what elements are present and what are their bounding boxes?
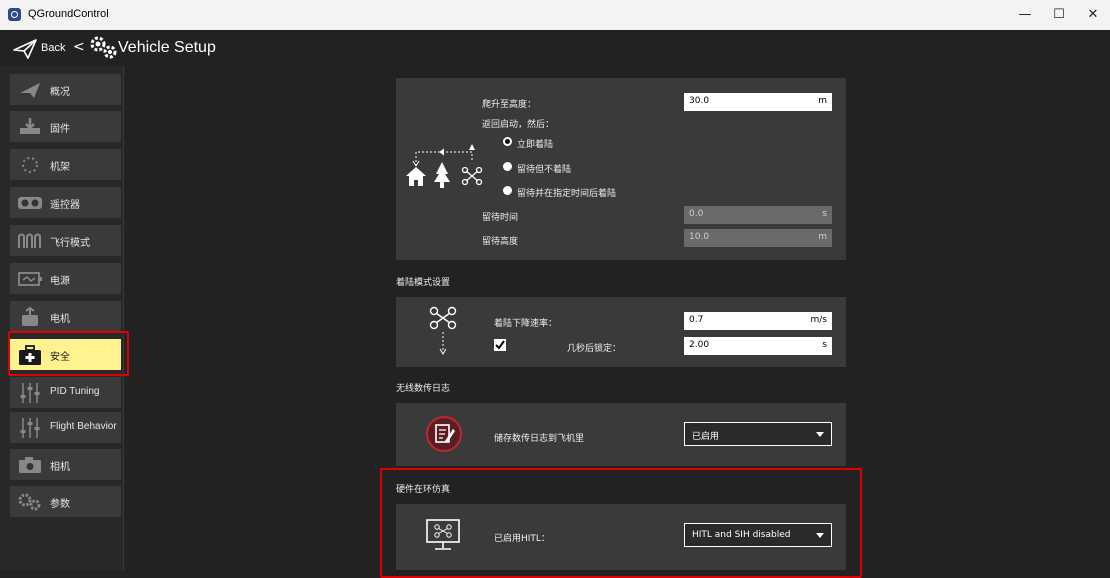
sidebar-item-parameters[interactable]: 参数 bbox=[10, 486, 121, 517]
minimize-button[interactable]: — bbox=[1013, 4, 1037, 26]
qgc-app-icon bbox=[8, 8, 21, 21]
option-loiter-no-land: 留待但不着陆 bbox=[517, 165, 572, 175]
download-icon bbox=[20, 118, 40, 134]
sidebar-item-summary[interactable]: 概况 bbox=[10, 74, 121, 105]
telemetry-log-icon bbox=[426, 416, 462, 452]
loiter-altitude-input[interactable]: 10.0 m bbox=[684, 229, 832, 247]
option-loiter-then-land: 留待并在指定时间后着陆 bbox=[517, 189, 617, 199]
checkmark-icon bbox=[495, 340, 505, 350]
landing-drone-icon bbox=[429, 306, 457, 355]
vehicle-setup-gears-icon bbox=[90, 36, 117, 59]
radio-loiter-then-land[interactable] bbox=[503, 186, 512, 195]
sidebar-item-power[interactable]: 电源 bbox=[10, 263, 121, 294]
radio-land-immediately[interactable] bbox=[503, 137, 512, 146]
camera-icon bbox=[19, 457, 41, 473]
plane-icon bbox=[20, 83, 40, 98]
close-button[interactable]: ✕ bbox=[1081, 4, 1105, 26]
hitl-monitor-icon bbox=[426, 519, 460, 550]
radio-loiter-no-land[interactable] bbox=[503, 162, 512, 171]
sidebar-item-pid-tuning[interactable]: PID Tuning bbox=[10, 377, 121, 408]
chevron-down-icon bbox=[816, 533, 824, 538]
sidebar-item-firmware[interactable]: 固件 bbox=[10, 111, 121, 142]
sidebar-item-airframe[interactable]: 机架 bbox=[10, 149, 121, 180]
loiter-time-label: 留待时间 bbox=[482, 213, 519, 223]
return-to-home-diagram-icon bbox=[406, 144, 483, 188]
sliders-icon bbox=[20, 418, 40, 438]
save-telemetry-select[interactable]: 已启用 bbox=[684, 422, 832, 446]
hitl-enable-select[interactable]: HITL and SIH disabled bbox=[684, 523, 832, 547]
disarm-delay-label: 几秒后锁定： bbox=[567, 344, 622, 354]
chevron-down-icon bbox=[816, 432, 824, 437]
disarm-delay-input[interactable]: 2.00 s bbox=[684, 337, 832, 355]
remote-control-icon bbox=[18, 197, 42, 209]
sidebar-item-camera[interactable]: 相机 bbox=[10, 449, 121, 480]
window-title: QGroundControl bbox=[28, 8, 109, 20]
hitl-enable-label: 已启用HITL： bbox=[494, 534, 550, 544]
telemetry-section-title: 无线数传日志 bbox=[396, 384, 451, 394]
first-aid-icon bbox=[19, 345, 41, 365]
gears-icon bbox=[18, 493, 41, 511]
loiter-time-input[interactable]: 0.0 s bbox=[684, 206, 832, 224]
sidebar-item-radio[interactable]: 遥控器 bbox=[10, 187, 121, 218]
sidebar-item-motors[interactable]: 电机 bbox=[10, 301, 121, 332]
save-telemetry-label: 储存数传日志到飞机里 bbox=[494, 434, 585, 444]
land-mode-panel bbox=[396, 297, 846, 367]
climb-altitude-label: 爬升至高度： bbox=[482, 100, 537, 110]
battery-icon bbox=[18, 272, 42, 286]
descent-rate-input[interactable]: 0.7 m/s bbox=[684, 312, 832, 330]
paper-plane-icon[interactable] bbox=[12, 38, 38, 60]
sliders-icon bbox=[20, 383, 40, 403]
sidebar-item-flight-behavior[interactable]: Flight Behavior bbox=[10, 412, 121, 443]
hitl-section-title: 硬件在环仿真 bbox=[396, 485, 451, 495]
window-titlebar: QGroundControl — ☐ ✕ bbox=[0, 0, 1110, 30]
wave-icon bbox=[18, 233, 41, 248]
page-title: Vehicle Setup bbox=[118, 39, 216, 56]
back-button[interactable]: Back bbox=[41, 42, 65, 54]
maximize-button[interactable]: ☐ bbox=[1047, 4, 1071, 26]
descent-rate-label: 着陆下降速率： bbox=[494, 319, 558, 329]
sidebar-item-safety[interactable]: 安全 bbox=[10, 339, 121, 370]
land-mode-section-title: 着陆模式设置 bbox=[396, 278, 451, 288]
option-land-immediately: 立即着陆 bbox=[517, 140, 554, 150]
disarm-checkbox[interactable] bbox=[494, 339, 506, 351]
climb-altitude-input[interactable]: 30.0 m bbox=[684, 93, 832, 111]
sidebar-item-flight-modes[interactable]: 飞行模式 bbox=[10, 225, 121, 256]
then-label: 返回启动，然后： bbox=[482, 120, 555, 130]
motor-icon bbox=[22, 306, 38, 326]
loiter-altitude-label: 留待高度 bbox=[482, 237, 519, 247]
frame-icon bbox=[22, 157, 38, 173]
breadcrumb-separator: < bbox=[73, 39, 85, 55]
